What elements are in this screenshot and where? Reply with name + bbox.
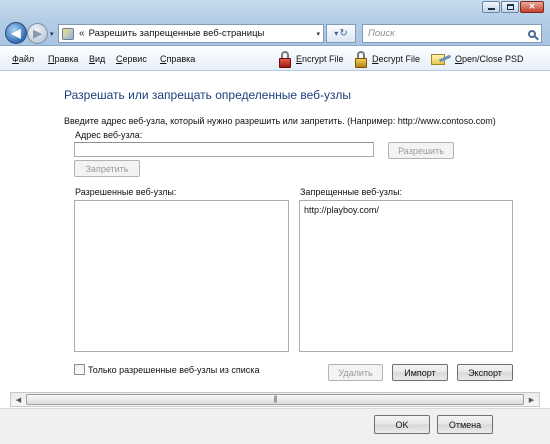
back-arrow-icon: ◀ (11, 26, 21, 40)
block-button[interactable]: Запретить (74, 160, 140, 177)
refresh-button[interactable]: ▾ ↻ (326, 24, 356, 43)
maximize-button[interactable] (501, 1, 519, 13)
minimize-icon (487, 8, 495, 10)
search-input[interactable]: Поиск (368, 28, 523, 39)
website-address-input[interactable] (74, 142, 374, 157)
menu-help[interactable]: Справка (160, 54, 195, 64)
title-bar: ✕ ◀ ▶ ▾ « Разрешить запрещенные веб-стра… (0, 0, 550, 46)
search-box[interactable]: Поиск (362, 24, 542, 43)
menu-bar: Файл Правка Вид Сервис Справка Encrypt F… (0, 47, 550, 71)
instruction-text: Введите адрес веб-узла, который нужно ра… (64, 116, 496, 126)
address-bar[interactable]: « Разрешить запрещенные веб-страницы ▾ (58, 24, 324, 43)
window-controls: ✕ (482, 1, 544, 13)
remove-button[interactable]: Удалить (328, 364, 383, 381)
address-field-label: Адрес веб-узла: (75, 130, 143, 140)
allowed-sites-list[interactable] (74, 200, 289, 352)
forward-arrow-icon: ▶ (33, 28, 42, 40)
encrypt-file-label: Encrypt File (296, 54, 344, 64)
breadcrumb-chevron[interactable]: « (79, 28, 85, 39)
ok-button[interactable]: OK (374, 415, 430, 434)
close-icon: ✕ (528, 2, 536, 11)
menu-edit[interactable]: Правка (48, 54, 78, 64)
menu-file[interactable]: Файл (12, 54, 34, 64)
maximize-icon (506, 4, 514, 10)
back-button[interactable]: ◀ (5, 22, 27, 44)
only-allowed-label[interactable]: Только разрешенные веб-узлы из списка (88, 365, 259, 375)
encrypt-lock-icon (278, 50, 292, 68)
allowed-sites-label: Разрешенные веб-узлы: (75, 187, 177, 197)
blocked-sites-label: Запрещенные веб-узлы: (300, 187, 403, 197)
scrollbar-grip-icon: ||| (273, 396, 278, 403)
address-dropdown-icon[interactable]: ▾ (316, 30, 320, 38)
psd-icon (431, 52, 452, 66)
export-button[interactable]: Экспорт (457, 364, 513, 381)
horizontal-scrollbar[interactable]: ◀ ||| ▶ (10, 392, 540, 407)
breadcrumb-current[interactable]: Разрешить запрещенные веб-страницы (89, 28, 265, 39)
refresh-dropdown-icon: ▾ (334, 29, 339, 38)
main-content: Разрешать или запрещать определенные веб… (0, 72, 550, 392)
import-button[interactable]: Импорт (392, 364, 448, 381)
list-item[interactable]: http://playboy.com/ (304, 205, 379, 215)
encrypt-file-button[interactable]: Encrypt File (278, 50, 344, 68)
close-button[interactable]: ✕ (520, 1, 544, 13)
menu-view[interactable]: Вид (89, 54, 105, 64)
open-close-psd-label: Open/Close PSD (455, 54, 524, 64)
refresh-icon: ↻ (339, 28, 348, 39)
blocked-sites-list[interactable]: http://playboy.com/ (299, 200, 513, 352)
decrypt-file-label: Decrypt File (372, 54, 421, 64)
minimize-button[interactable] (482, 1, 500, 13)
control-panel-icon (62, 27, 74, 40)
dialog-footer: OK Отмена (0, 408, 550, 444)
only-allowed-checkbox[interactable] (74, 364, 85, 375)
scroll-right-arrow-icon[interactable]: ▶ (524, 393, 539, 406)
page-title: Разрешать или запрещать определенные веб… (64, 88, 351, 102)
cancel-button[interactable]: Отмена (437, 415, 493, 434)
forward-button[interactable]: ▶ (27, 23, 48, 44)
allow-button[interactable]: Разрешить (388, 142, 454, 159)
search-icon[interactable] (523, 29, 541, 38)
decrypt-lock-icon (354, 50, 368, 68)
scrollbar-thumb[interactable]: ||| (26, 394, 524, 405)
scroll-left-arrow-icon[interactable]: ◀ (11, 393, 26, 406)
recent-pages-dropdown[interactable]: ▾ (50, 30, 54, 38)
open-close-psd-button[interactable]: Open/Close PSD (431, 50, 524, 68)
decrypt-file-button[interactable]: Decrypt File (354, 50, 420, 68)
menu-tools[interactable]: Сервис (116, 54, 147, 64)
